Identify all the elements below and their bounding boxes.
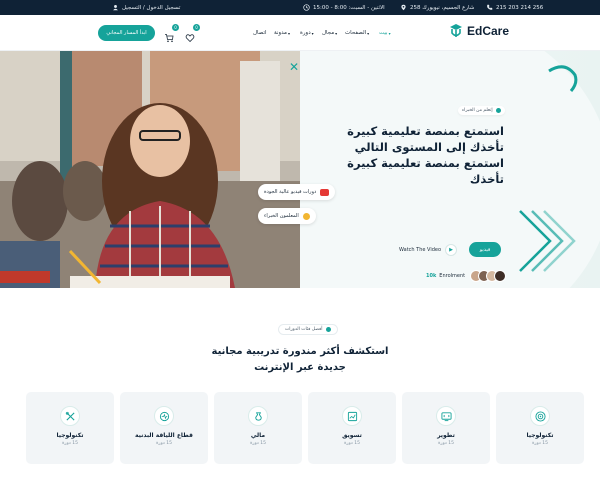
nav-item-label: مجال <box>322 30 335 36</box>
video-courses-chip-text: دورات فيديو عالية الجودة <box>264 189 317 195</box>
category-card[interactable]: تكنولوجيا 15 دورة <box>496 392 584 464</box>
expert-teachers-chip: المعلمون الخبراء <box>258 208 316 224</box>
nav-item-contact[interactable]: اتصال <box>253 30 267 36</box>
chevron-down-icon: ▾ <box>311 30 314 36</box>
category-card[interactable]: قطاع اللياقة البدنية 15 دورة <box>120 392 208 464</box>
enroll-count: 10k <box>426 273 437 279</box>
category-title: مالي <box>250 432 266 439</box>
hero-student-photo <box>0 51 300 288</box>
user-icon <box>113 5 118 11</box>
hero-primary-button[interactable]: فيديو <box>469 242 501 257</box>
category-card[interactable]: مالي 15 دورة <box>214 392 302 464</box>
phone-icon <box>487 4 493 10</box>
close-icon[interactable]: ✕ <box>289 60 299 74</box>
decorative-chevrons-icon <box>519 210 576 272</box>
category-cards: تكنولوجيا 15 دورة تطوير 15 دورة تسويق 15… <box>26 392 586 464</box>
free-track-button[interactable]: ابدأ المسار المجاني <box>98 25 155 41</box>
watch-video-button[interactable]: Watch The Video ▶ <box>399 242 458 257</box>
courses-tag-text: أفضل فئات الدورات <box>285 327 323 332</box>
category-card[interactable]: تطوير 15 دورة <box>402 392 490 464</box>
phone-info[interactable]: 215 203 214 256 <box>486 0 543 15</box>
category-count: 15 دورة <box>250 441 266 446</box>
category-card[interactable]: تكنولوجيا 15 دورة <box>26 392 114 464</box>
hero-subtag-text: إتعلم من الخبراء <box>462 108 493 113</box>
category-count: 15 دورة <box>62 441 78 446</box>
bolt-icon <box>495 108 501 113</box>
main-nav: EdCare بيت ▾ الصفحات ▾ مجال ▾ دورة ▾ مدونة ▾ … <box>0 15 600 51</box>
nav-item-pages[interactable]: الصفحات ▾ <box>345 30 369 36</box>
category-title: قطاع اللياقة البدنية <box>135 432 193 439</box>
category-count: 15 دورة <box>532 441 548 446</box>
cart-count-badge: 0 <box>172 24 179 31</box>
nav-item-course[interactable]: دورة ▾ <box>300 30 314 36</box>
category-title: تكنولوجيا <box>526 432 554 439</box>
expert-teachers-chip-text: المعلمون الخبراء <box>264 213 299 219</box>
hero-section: ✕ إتعلم من الخبراء استمتع بمنصة تعليمية … <box>0 51 600 288</box>
marketing-icon <box>342 406 362 426</box>
auth-link[interactable]: تسجيل الدخول / التسجيل <box>112 0 180 15</box>
category-count: 15 دورة <box>156 441 172 446</box>
avatar-group <box>470 270 507 282</box>
hero-subtag: إتعلم من الخبراء <box>458 106 505 115</box>
category-count: 15 دورة <box>344 441 360 446</box>
dev-icon <box>436 406 456 426</box>
top-bar: 215 203 214 256 258 شارع الجسيم، نيويورك… <box>0 0 600 15</box>
target-icon <box>530 406 550 426</box>
nav-item-label: اتصال <box>253 30 267 36</box>
chevron-down-icon: ▾ <box>388 30 391 36</box>
clock-icon <box>303 4 310 11</box>
wishlist-button[interactable]: 0 <box>185 24 200 43</box>
tools-icon <box>60 406 80 426</box>
bolt-icon <box>325 327 331 332</box>
youtube-icon <box>320 188 330 196</box>
video-courses-chip: دورات فيديو عالية الجودة <box>258 184 336 200</box>
phone-number: 215 203 214 256 <box>496 4 544 11</box>
chevron-down-icon: ▾ <box>335 30 338 36</box>
chevron-down-icon: ▾ <box>287 30 290 36</box>
location-pin-icon <box>401 4 406 11</box>
heart-icon <box>185 34 195 43</box>
avatar <box>494 270 507 282</box>
logo-mark-icon <box>450 24 462 37</box>
brand-logo[interactable]: EdCare <box>449 23 509 39</box>
category-card[interactable]: تسويق 15 دورة <box>308 392 396 464</box>
play-icon[interactable]: ▶ <box>445 243 458 256</box>
enroll-label: Enrolment <box>439 273 466 279</box>
nav-item-label: الصفحات <box>345 30 367 36</box>
address-text: 258 شارع الجسيم، نيويورك <box>410 4 475 11</box>
hours-text: الاثنين - السبت: 8:00 - 15:00 <box>313 4 385 11</box>
cart-icon <box>165 34 174 43</box>
decorative-arc-icon <box>548 65 578 92</box>
enrollment-info: 10k Enrolment <box>426 270 507 282</box>
category-title: تكنولوجيا <box>56 432 84 439</box>
category-title: تطوير <box>437 432 455 439</box>
finance-icon <box>248 406 268 426</box>
courses-section-title: استكشف أكثر مندورة تدريبية مجانية جديدة … <box>211 346 389 373</box>
hours-info: الاثنين - السبت: 8:00 - 15:00 <box>303 0 385 15</box>
nav-item-label: بيت <box>379 30 388 36</box>
nav-item-home[interactable]: بيت ▾ <box>379 30 391 36</box>
wishlist-count-badge: 0 <box>193 24 200 31</box>
brand-name: EdCare <box>467 24 510 38</box>
address-info: 258 شارع الجسيم، نيويورك <box>400 0 474 15</box>
watch-video-label: Watch The Video <box>399 246 442 253</box>
nav-item-label: دورة <box>300 30 311 36</box>
chevron-down-icon: ▾ <box>367 30 370 36</box>
cart-button[interactable]: 0 <box>164 24 179 43</box>
graduation-cap-icon <box>302 212 310 220</box>
courses-section-tag: أفضل فئات الدورات <box>278 324 338 335</box>
category-title: تسويق <box>342 432 362 439</box>
hero-title: استمتع بمنصة تعليمية كبيرة تأخذك إلى الم… <box>347 124 504 186</box>
fitness-icon <box>154 406 174 426</box>
nav-item-label: مدونة <box>274 30 287 36</box>
auth-text[interactable]: تسجيل الدخول / التسجيل <box>122 5 180 11</box>
nav-item-field[interactable]: مجال ▾ <box>322 30 337 36</box>
nav-item-blog[interactable]: مدونة ▾ <box>274 30 290 36</box>
category-count: 15 دورة <box>438 441 454 446</box>
